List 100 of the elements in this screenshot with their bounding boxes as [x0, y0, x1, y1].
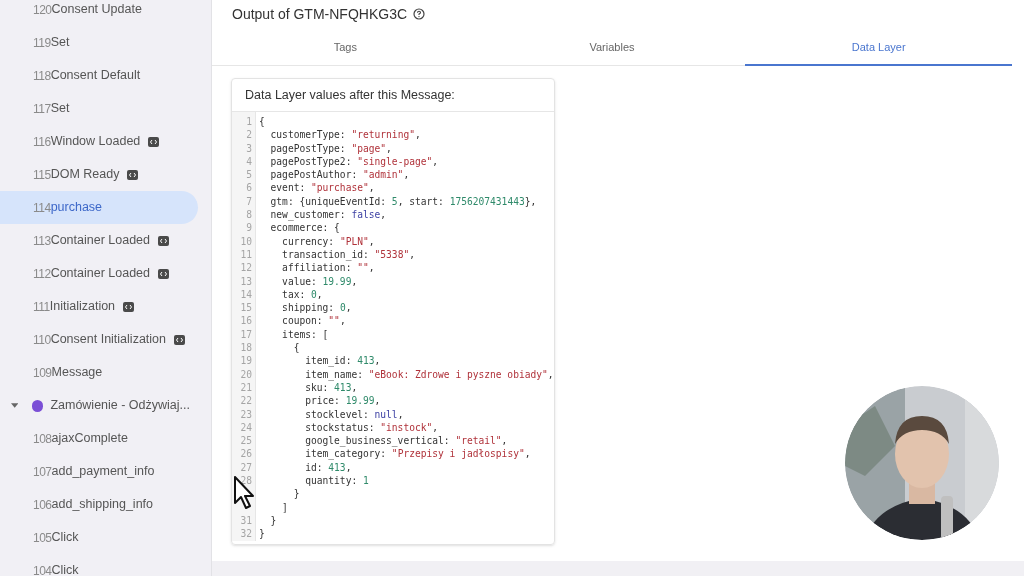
code-line: coupon: "",	[281, 314, 347, 328]
card-title: Data Layer values after this Message:	[245, 86, 455, 104]
event-number: 104	[33, 562, 52, 576]
line-number: 25	[240, 435, 252, 447]
sidebar-item[interactable]: 112Container Loaded	[0, 257, 198, 290]
line-number: 5	[246, 169, 252, 181]
sidebar-item[interactable]: 119Set	[0, 26, 198, 59]
line-number: 3	[246, 142, 252, 154]
line-number: 28	[240, 475, 252, 486]
line-number: 10	[240, 235, 252, 247]
event-number: 106	[33, 496, 52, 514]
event-label: DOM Ready	[50, 166, 120, 184]
line-number: 14	[240, 288, 252, 300]
code-line: ]	[281, 500, 289, 514]
event-number: 120	[33, 1, 52, 19]
line-number: 20	[240, 368, 252, 380]
event-number: 111	[33, 298, 50, 316]
event-number: 112	[33, 265, 51, 283]
event-label: Set	[50, 34, 70, 52]
sidebar-group[interactable]: Zamówienie - Odżywiaj...	[0, 389, 198, 422]
event-number: 107	[33, 463, 52, 481]
event-label: Consent Default	[50, 67, 141, 85]
code-line: stocklevel: null,	[304, 407, 405, 421]
line-number: 18	[240, 342, 252, 354]
code-line: google_business_vertical: "retail",	[304, 434, 509, 448]
event-label: ajaxComplete	[51, 430, 128, 448]
code-line: }	[269, 513, 278, 528]
sidebar-item[interactable]: 104Click	[0, 554, 198, 576]
code-line: currency: "PLN",	[281, 234, 376, 248]
sidebar-item[interactable]: 107add_payment_info	[0, 455, 198, 488]
line-number: 32	[240, 528, 252, 540]
code-line: gtm: {uniqueEventId: 5, start: 1756207431443},	[269, 194, 538, 209]
event-number: 114	[33, 199, 51, 217]
sidebar-item[interactable]: 117Set	[0, 92, 198, 125]
line-number: 22	[240, 395, 252, 407]
group-label: Zamówienie - Odżywiaj...	[50, 397, 190, 415]
code-line: items: [	[281, 327, 330, 342]
line-number: 24	[240, 421, 252, 433]
event-label: Window Loaded	[50, 133, 141, 151]
tab[interactable]: Variables	[478, 28, 746, 66]
line-number: 7	[246, 195, 252, 207]
event-label: Container Loaded	[50, 265, 151, 283]
event-number: 119	[33, 34, 51, 52]
code-line: }	[292, 487, 301, 501]
sidebar-item[interactable]: 114purchase	[0, 191, 198, 224]
code-line: event: "purchase",	[269, 181, 376, 195]
event-number: 118	[33, 67, 51, 85]
sidebar-item[interactable]: 111Initialization	[0, 290, 198, 323]
code-line: item_name: "eBook: Zdrowe i pyszne obiady",	[304, 367, 554, 381]
code-line: stockstatus: "instock",	[304, 420, 440, 435]
sidebar-item[interactable]: 118Consent Default	[0, 59, 198, 92]
panel-title: Output of GTM-NFQHKG3C	[232, 4, 408, 24]
line-number: 27	[240, 461, 252, 473]
sidebar-item[interactable]: 105Click	[0, 521, 198, 554]
line-number: 1	[246, 116, 252, 127]
code-line: ecommerce: {	[269, 221, 341, 235]
tab[interactable]: Tags	[212, 28, 479, 66]
event-label: Click	[51, 562, 79, 576]
line-number: 12	[240, 262, 252, 274]
line-number: 8	[246, 209, 252, 221]
line-number: 4	[246, 155, 252, 167]
sidebar-item[interactable]: 113Container Loaded	[0, 224, 198, 257]
event-number: 117	[33, 100, 51, 118]
sidebar-item[interactable]: 106add_shipping_info	[0, 488, 198, 521]
line-number: 17	[240, 328, 252, 340]
code-line: quantity: 1	[304, 474, 370, 488]
line-number: 16	[240, 315, 252, 327]
caret-icon[interactable]	[11, 402, 19, 409]
sidebar-item[interactable]: 109Message	[0, 356, 198, 389]
event-number: 105	[33, 529, 52, 547]
line-number: 15	[240, 302, 252, 314]
sidebar-item[interactable]: 110Consent Initialization	[0, 323, 198, 356]
code-line: new_customer: false,	[269, 208, 388, 222]
code-line: {	[259, 115, 266, 129]
sidebar-item[interactable]: 108ajaxComplete	[0, 422, 198, 455]
line-number: 31	[240, 514, 252, 526]
line-number: 21	[240, 381, 252, 393]
event-number: 109	[33, 364, 52, 382]
event-label: Initialization	[49, 298, 116, 316]
event-label: Consent Initialization	[50, 331, 166, 349]
code-line: pagePostType2: "single-page",	[269, 154, 440, 169]
sidebar-item[interactable]: 116Window Loaded	[0, 125, 198, 158]
line-number: 11	[240, 248, 252, 260]
code-line: value: 19.99,	[281, 274, 359, 288]
event-label: Consent Update	[51, 1, 142, 19]
code-line: affiliation: "",	[281, 261, 376, 275]
event-number: 115	[33, 166, 51, 184]
code-line: customerType: "returning",	[269, 128, 422, 142]
code-line: item_id: 413,	[304, 354, 382, 368]
sidebar-item[interactable]: 115DOM Ready	[0, 158, 198, 191]
help-icon[interactable]	[413, 8, 426, 20]
sidebar-item[interactable]: 120Consent Update	[0, 0, 198, 26]
code-line: pagePostAuthor: "admin",	[269, 168, 411, 182]
code-line: tax: 0,	[281, 287, 324, 302]
code-line: sku: 413,	[304, 381, 359, 395]
line-number: 19	[240, 355, 252, 367]
event-label: add_payment_info	[51, 463, 155, 481]
code-line: pagePostType: "page",	[269, 141, 393, 155]
tab[interactable]: Data Layer	[745, 28, 1012, 66]
line-number: 2	[246, 129, 252, 141]
